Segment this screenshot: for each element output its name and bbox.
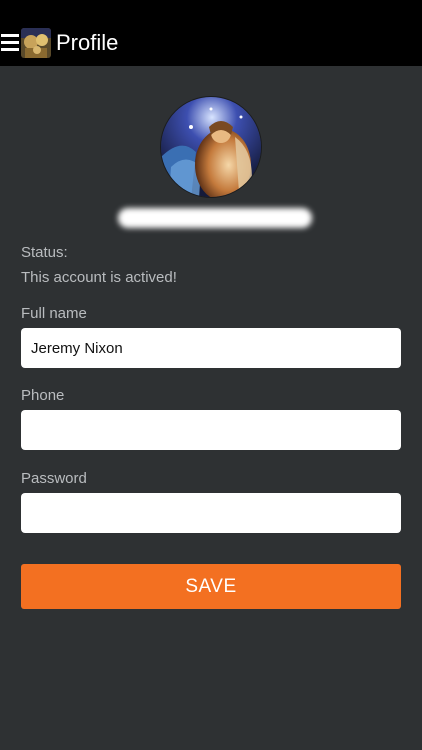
profile-avatar[interactable] [160, 96, 262, 198]
app-logo [21, 28, 51, 58]
save-button[interactable]: SAVE [21, 564, 401, 609]
phone-label: Phone [21, 387, 65, 404]
top-app-bar: Profile [0, 0, 422, 66]
password-input[interactable] [21, 493, 401, 533]
status-label: Status: [21, 244, 68, 261]
status-text: This account is actived! [21, 269, 177, 286]
phone-input[interactable] [21, 410, 401, 450]
full-name-label: Full name [21, 305, 87, 322]
username-redacted [118, 208, 312, 228]
hamburger-menu-icon[interactable] [1, 34, 19, 52]
page-title: Profile [56, 30, 119, 55]
password-label: Password [21, 470, 87, 487]
full-name-input[interactable] [21, 328, 401, 368]
